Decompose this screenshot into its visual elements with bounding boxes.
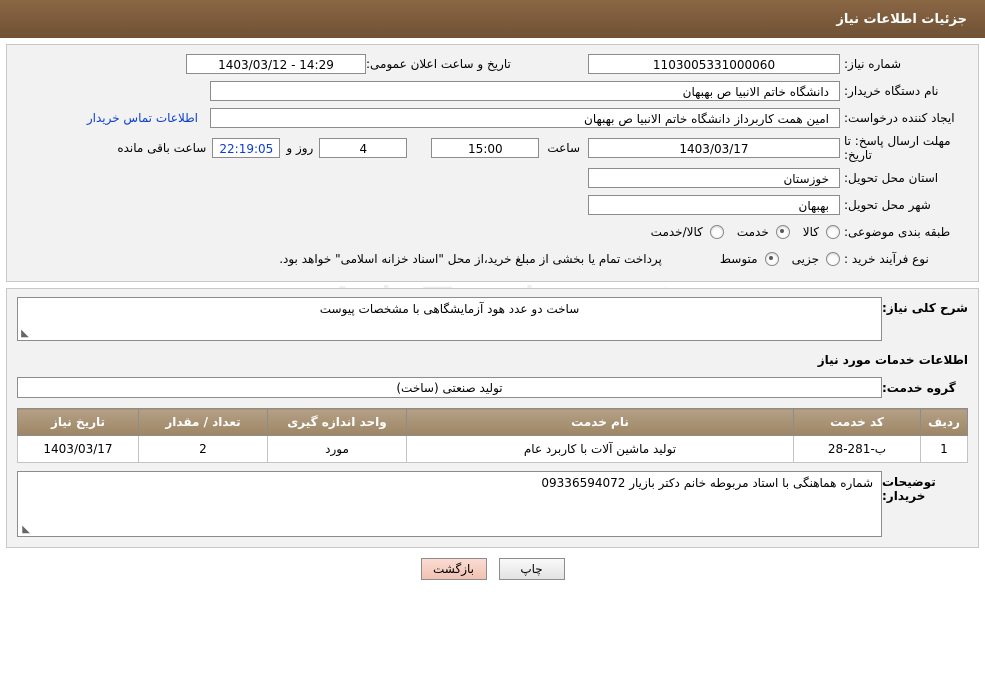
need-number-field: 1103005331000060 [588, 54, 840, 74]
purchase-type-radio-jozei[interactable] [826, 252, 840, 266]
buyer-notes-row: توضیحات خریدار: شماره هماهنگی با استاد م… [17, 471, 968, 537]
category-label-kala-khedmat: کالا/خدمت [650, 225, 703, 239]
need-number-label: شماره نیاز: [844, 57, 901, 71]
category-label-kala: کالا [802, 225, 819, 239]
row-city: شهر محل تحویل: بهبهان [17, 194, 968, 216]
purchase-type-label: نوع فرآیند خرید : [844, 252, 929, 266]
footer-actions: چاپ بازگشت [0, 558, 985, 580]
cell-quantity: 2 [138, 435, 268, 463]
category-radio-kala-khedmat[interactable] [709, 225, 724, 239]
table-header-row: ردیف کد خدمت نام خدمت واحد اندازه گیری ت… [17, 408, 968, 436]
hour-label: ساعت [547, 141, 580, 155]
row-category: طبقه بندی موضوعی: کالا خدمت کالا/خدمت [17, 221, 968, 243]
category-radio-khedmat[interactable] [775, 225, 790, 239]
buyer-notes-label: توضیحات خریدار: [882, 475, 936, 503]
row-requester: ایجاد کننده درخواست: امین همت کاربرداز د… [17, 107, 968, 129]
buyer-notes-textarea[interactable]: شماره هماهنگی با استاد مربوطه خانم دکتر … [17, 471, 882, 537]
col-quantity: تعداد / مقدار [138, 408, 268, 436]
col-service-code: کد خدمت [793, 408, 921, 436]
cell-service-name: تولید ماشین آلات با کاربرد عام [406, 435, 794, 463]
service-group-row: گروه خدمت: تولید صنعتی (ساخت) [17, 377, 968, 398]
page-title: جزئیات اطلاعات نیاز [836, 11, 967, 27]
col-row-number: ردیف [920, 408, 968, 436]
row-province: استان محل تحویل: خوزستان [17, 167, 968, 189]
row-deadline: مهلت ارسال پاسخ: تا تاریخ: 1403/03/17 سا… [17, 134, 968, 162]
deadline-date-field: 1403/03/17 [588, 138, 840, 158]
announce-datetime-label: تاریخ و ساعت اعلان عمومی: [366, 57, 511, 71]
buyer-notes-value: شماره هماهنگی با استاد مربوطه خانم دکتر … [541, 476, 873, 490]
city-field: بهبهان [588, 195, 840, 215]
service-group-field: تولید صنعتی (ساخت) [17, 377, 882, 398]
province-label: استان محل تحویل: [844, 171, 939, 185]
general-need-row: شرح کلی نیاز: ساخت دو عدد هود آزمایشگاهی… [17, 297, 968, 341]
requester-label: ایجاد کننده درخواست: [844, 111, 955, 125]
province-field: خوزستان [588, 168, 840, 188]
purchase-type-radio-motavaset[interactable] [764, 252, 779, 266]
category-label-khedmat: خدمت [736, 225, 769, 239]
need-details-panel: شرح کلی نیاز: ساخت دو عدد هود آزمایشگاهی… [6, 288, 979, 548]
col-need-date: تاریخ نیاز [17, 408, 139, 436]
general-need-textarea[interactable]: ساخت دو عدد هود آزمایشگاهی با مشخصات پیو… [17, 297, 882, 341]
purchase-type-label-jozei: جزیی [791, 252, 819, 266]
col-unit: واحد اندازه گیری [267, 408, 407, 436]
row-need-number: شماره نیاز: 1103005331000060 تاریخ و ساع… [17, 53, 968, 75]
service-group-label: گروه خدمت: [882, 380, 956, 395]
requester-field: امین همت کاربرداز دانشگاه خاتم الانبیا ص… [210, 108, 840, 128]
purchase-type-radio-group: جزیی متوسط [710, 252, 840, 266]
general-need-label: شرح کلی نیاز: [882, 301, 968, 315]
row-purchase-type: نوع فرآیند خرید : جزیی متوسط پرداخت تمام… [17, 248, 968, 270]
cell-need-date: 1403/03/17 [17, 435, 139, 463]
back-button[interactable]: بازگشت [420, 558, 487, 580]
col-service-name: نام خدمت [406, 408, 794, 436]
cell-unit: مورد [267, 435, 407, 463]
deadline-time-field: 15:00 [431, 138, 540, 158]
buyer-org-label: نام دستگاه خریدار: [844, 84, 939, 98]
remaining-days-field: 4 [319, 138, 408, 158]
category-radio-group: کالا خدمت کالا/خدمت [641, 225, 840, 239]
purchase-type-label-motavaset: متوسط [719, 252, 758, 266]
cell-row-number: 1 [920, 435, 968, 463]
services-table: ردیف کد خدمت نام خدمت واحد اندازه گیری ت… [17, 408, 968, 463]
city-label: شهر محل تحویل: [844, 198, 931, 212]
buyer-contact-link[interactable]: اطلاعات تماس خریدار [87, 111, 198, 125]
category-label: طبقه بندی موضوعی: [844, 225, 951, 239]
resize-handle-icon[interactable]: ◣ [20, 525, 30, 535]
days-label: روز و [286, 141, 314, 155]
cell-service-code: ب-281-28 [793, 435, 921, 463]
services-section-title: اطلاعات خدمات مورد نیاز [817, 353, 968, 367]
buyer-org-field: دانشگاه خاتم الانبیا ص بهبهان [210, 81, 840, 101]
purchase-note: پرداخت تمام یا بخشی از مبلغ خرید،از محل … [279, 252, 662, 266]
countdown-field: 22:19:05 [212, 138, 281, 158]
table-row: 1 ب-281-28 تولید ماشین آلات با کاربرد عا… [17, 435, 968, 463]
need-summary-panel: شماره نیاز: 1103005331000060 تاریخ و ساع… [6, 44, 979, 282]
deadline-label: مهلت ارسال پاسخ: تا تاریخ: [844, 134, 951, 162]
remaining-label: ساعت باقی مانده [117, 141, 207, 155]
category-radio-kala[interactable] [826, 225, 840, 239]
announce-datetime-field: 14:29 - 1403/03/12 [186, 54, 366, 74]
page-header: جزئیات اطلاعات نیاز [0, 0, 985, 38]
general-need-value: ساخت دو عدد هود آزمایشگاهی با مشخصات پیو… [319, 302, 580, 316]
row-buyer-org: نام دستگاه خریدار: دانشگاه خاتم الانبیا … [17, 80, 968, 102]
resize-handle-icon[interactable]: ◣ [20, 329, 30, 339]
print-button[interactable]: چاپ [498, 558, 565, 580]
